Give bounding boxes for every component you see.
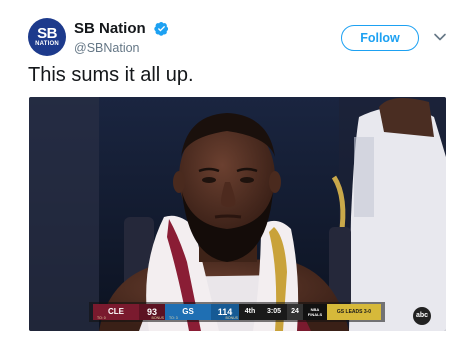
avatar-logo-text: SB: [37, 25, 57, 42]
away-score-cell: 93 BONUS: [139, 304, 165, 320]
away-bonus: BONUS: [151, 316, 164, 320]
shot-clock-cell: 24: [287, 304, 303, 320]
author-block: SB Nation @SBNation: [74, 20, 169, 55]
home-team-name: GS: [182, 307, 194, 316]
follow-button[interactable]: Follow: [341, 25, 419, 51]
series-status-cell: GS LEADS 3-0: [327, 304, 381, 320]
author-display-name[interactable]: SB Nation: [74, 20, 146, 37]
shot-clock: 24: [291, 308, 299, 315]
tweet-header: SB NATION SB Nation @SBNation Follow: [26, 16, 450, 60]
scorebug: CLE TO: 0 93 BONUS GS TO: 3 114 BONUS 4t…: [93, 304, 381, 320]
verified-badge-icon: [154, 22, 169, 36]
tweet-card: SB NATION SB Nation @SBNation Follow Thi…: [0, 0, 474, 338]
home-team-cell: GS TO: 3: [165, 304, 211, 320]
photo-scene: [29, 97, 446, 331]
nba-finals-logo: NBA FINALS: [307, 307, 323, 317]
game-clock: 3:05: [266, 308, 281, 315]
abc-network-logo: abc: [413, 307, 431, 325]
away-team-name: CLE: [108, 307, 124, 316]
tweet-text: This sums it all up.: [28, 64, 194, 86]
chevron-down-icon[interactable]: [433, 30, 447, 44]
tweet-media-photo[interactable]: CLE TO: 0 93 BONUS GS TO: 3 114 BONUS 4t…: [29, 97, 446, 331]
avatar[interactable]: SB NATION: [28, 18, 66, 56]
quarter-label: 4th: [244, 308, 256, 315]
away-team-cell: CLE TO: 0: [93, 304, 139, 320]
clock-cell: 3:05: [261, 304, 287, 320]
avatar-logo-subtext: NATION: [35, 41, 59, 47]
event-logo-cell: NBA FINALS: [303, 304, 327, 320]
author-handle[interactable]: @SBNation: [74, 41, 169, 55]
home-score-cell: 114 BONUS: [211, 304, 239, 320]
away-timeouts: TO: 0: [97, 316, 106, 320]
quarter-cell: 4th: [239, 304, 261, 320]
home-timeouts: TO: 3: [169, 316, 178, 320]
home-bonus: BONUS: [225, 316, 238, 320]
series-status: GS LEADS 3-0: [336, 309, 372, 315]
